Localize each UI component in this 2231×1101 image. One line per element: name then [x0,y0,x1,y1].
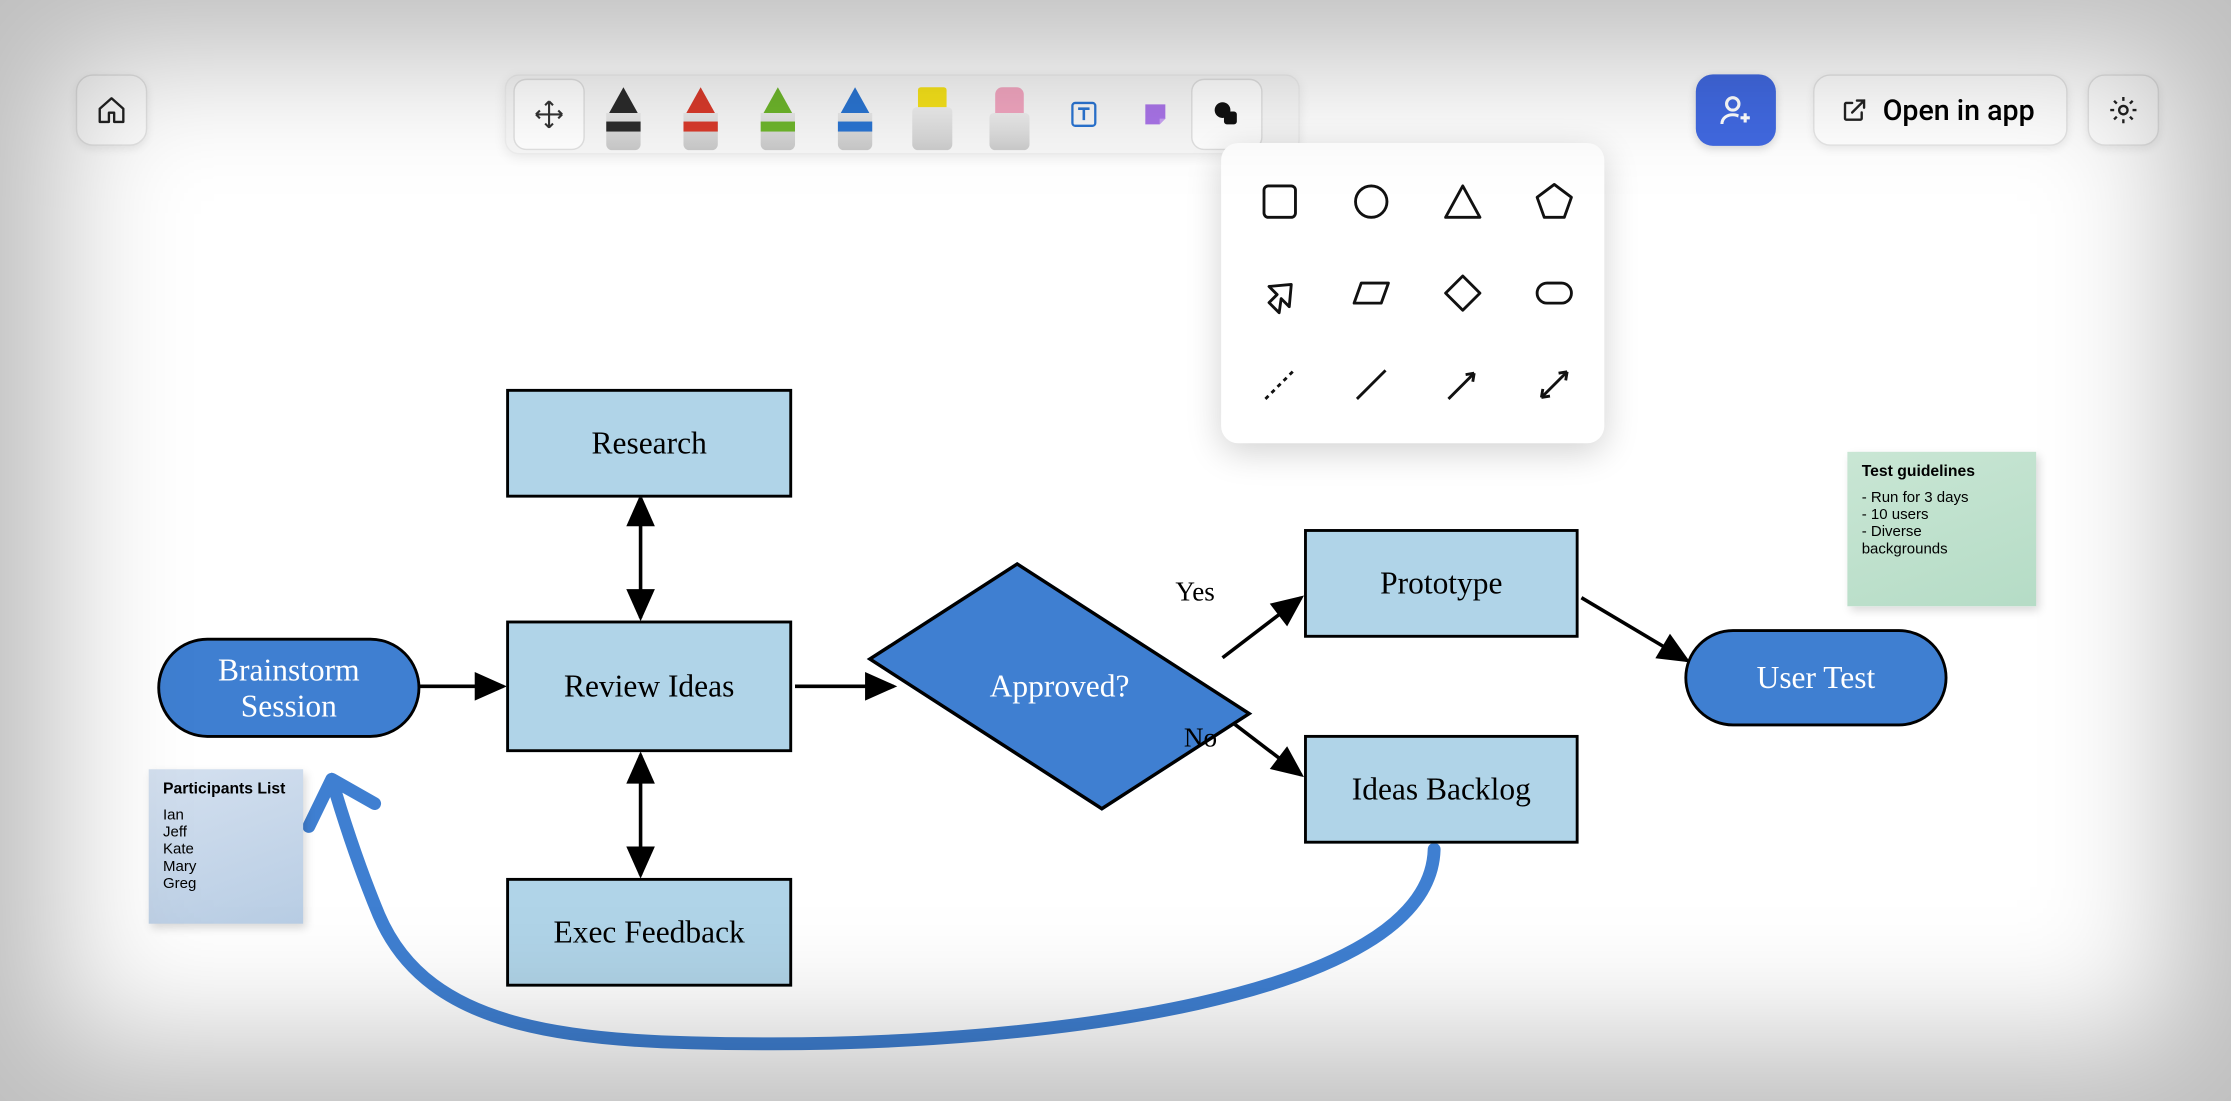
shape-line-double-arrow[interactable] [1513,343,1596,426]
node-review[interactable]: Review Ideas [506,621,792,753]
text-icon [1067,97,1101,131]
shapes-popover [1221,143,1604,443]
sticky-line: Jeff [163,824,289,841]
open-in-app-label: Open in app [1883,93,2035,127]
gear-icon [2108,94,2139,125]
pen-blue-tool[interactable] [818,84,892,153]
eraser-tool[interactable] [972,84,1046,153]
shape-circle[interactable] [1330,160,1413,243]
sticky-line: Mary [163,858,289,875]
external-link-icon [1840,96,1869,125]
node-exec-feedback[interactable]: Exec Feedback [506,878,792,987]
sticky-title: Test guidelines [1862,463,2022,480]
person-add-icon [1717,92,1754,129]
move-icon [533,99,564,130]
shape-parallelogram[interactable] [1330,252,1413,335]
shape-line[interactable] [1330,343,1413,426]
node-prototype[interactable]: Prototype [1304,529,1579,638]
whiteboard-canvas[interactable]: Brainstorm Session Research Review Ideas… [0,0,2231,1101]
text-tool[interactable] [1050,80,1119,149]
sticky-line: - Run for 3 days [1862,489,2022,506]
node-label: Review Ideas [564,668,734,704]
pen-red-tool[interactable] [663,84,737,153]
invite-button[interactable] [1696,74,1776,145]
edge-label-yes: Yes [1175,578,1215,609]
node-label: Brainstorm Session [172,652,406,724]
shape-line-dashed[interactable] [1238,343,1321,426]
node-user-test[interactable]: User Test [1684,629,1947,726]
shapes-tool[interactable] [1193,80,1262,149]
node-label: Research [592,425,707,461]
sticky-guidelines[interactable]: Test guidelines - Run for 3 days - 10 us… [1847,452,2036,606]
home-button[interactable] [76,74,147,145]
settings-button[interactable] [2088,74,2159,145]
node-label: Prototype [1380,565,1502,601]
shapes-icon [1210,97,1244,131]
shape-diamond[interactable] [1421,252,1504,335]
shape-square[interactable] [1238,160,1321,243]
sticky-line: - Diverse [1862,523,2022,540]
pen-black-tool[interactable] [586,84,660,153]
sticky-line: Kate [163,841,289,858]
node-approved[interactable]: Approved? [952,618,1166,755]
node-label: Exec Feedback [554,914,745,950]
sticky-line: Greg [163,875,289,892]
sticky-line: backgrounds [1862,540,2022,557]
highlighter-tool[interactable] [895,84,969,153]
node-label: User Test [1757,660,1876,696]
shape-block-arrow[interactable] [1238,252,1321,335]
move-tool[interactable] [515,80,584,149]
node-brainstorm[interactable]: Brainstorm Session [157,638,420,738]
node-research[interactable]: Research [506,389,792,498]
node-label: Approved? [990,668,1130,704]
shape-triangle[interactable] [1421,160,1504,243]
shape-rounded-rect[interactable] [1513,252,1596,335]
shape-line-arrow[interactable] [1421,343,1504,426]
note-icon [1138,97,1172,131]
shape-pentagon[interactable] [1513,160,1596,243]
home-icon [96,94,127,125]
node-label: Ideas Backlog [1352,771,1531,807]
edge-label-no: No [1184,724,1217,755]
drawing-toolbar [505,74,1300,154]
node-ideas-backlog[interactable]: Ideas Backlog [1304,735,1579,844]
open-in-app-button[interactable]: Open in app [1813,74,2068,145]
sticky-participants[interactable]: Participants List Ian Jeff Kate Mary Gre… [149,769,303,923]
sticky-line: Ian [163,806,289,823]
sticky-note-tool[interactable] [1121,80,1190,149]
pen-green-tool[interactable] [741,84,815,153]
sticky-line: - 10 users [1862,506,2022,523]
sticky-title: Participants List [163,781,289,798]
